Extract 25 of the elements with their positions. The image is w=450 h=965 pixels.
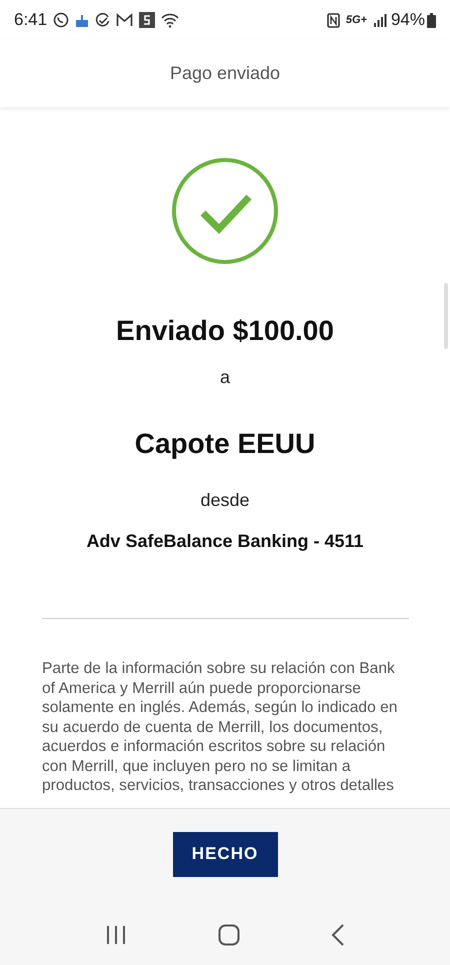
nfc-icon bbox=[326, 12, 340, 28]
screen-title: Pago enviado bbox=[170, 63, 280, 84]
done-button[interactable]: HECHO bbox=[172, 832, 278, 876]
wifi-icon bbox=[161, 12, 180, 28]
back-icon[interactable] bbox=[330, 924, 345, 946]
to-label: a bbox=[220, 367, 230, 388]
scroll-bar bbox=[444, 283, 448, 349]
signal-icon bbox=[372, 14, 387, 26]
recipient-name: Capote EEUU bbox=[134, 428, 316, 460]
home-icon[interactable] bbox=[218, 924, 240, 946]
chat-icon bbox=[53, 12, 70, 28]
account-name: Adv SafeBalance Banking - 4511 bbox=[86, 531, 364, 552]
success-check-icon bbox=[171, 157, 279, 265]
app-icon bbox=[139, 12, 156, 28]
from-label: desde bbox=[200, 490, 250, 511]
battery-icon bbox=[427, 12, 436, 28]
network-type: 5G+ bbox=[346, 14, 367, 26]
mail-icon bbox=[116, 13, 134, 27]
sent-amount: Enviado $100.00 bbox=[116, 315, 334, 347]
cake-icon bbox=[75, 12, 90, 28]
recent-apps-icon[interactable] bbox=[105, 925, 128, 945]
clock-time: 6:41 bbox=[14, 10, 48, 30]
battery-percent: 94% bbox=[390, 10, 425, 30]
check-circle-icon bbox=[95, 12, 110, 28]
disclaimer-text: Parte de la información sobre su relación con Bank of America y Merrill aún puede proporcionarse solamente en inglés. Además, según lo indicado en su acuerdo de cuenta de Merrill, los documentos, acuerdos e información escritos sobre su relación con Merrill, que incluyen pero no se limitan a productos, servicios, transacciones y otros detalles bbox=[42, 659, 398, 796]
